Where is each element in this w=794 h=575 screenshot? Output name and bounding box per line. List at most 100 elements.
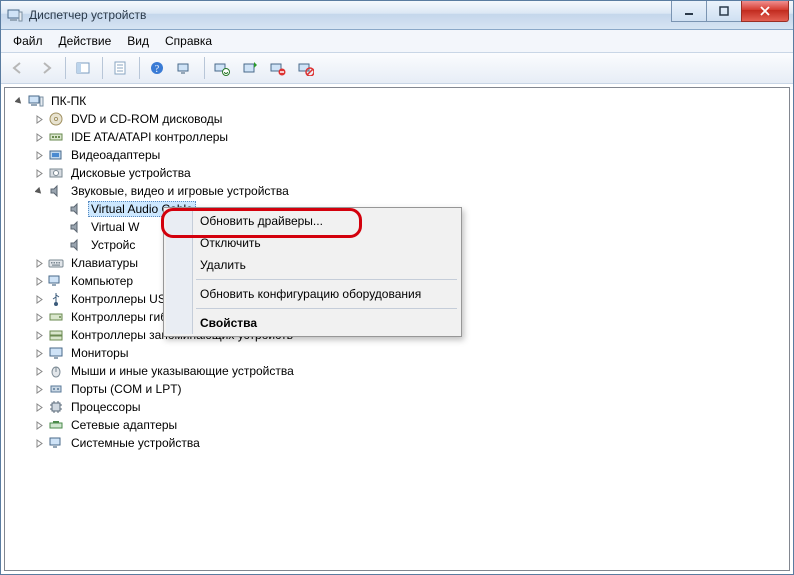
node-label: Процессоры	[68, 399, 144, 415]
expand-icon[interactable]	[33, 329, 46, 342]
sound-device-icon	[68, 237, 84, 253]
close-button[interactable]	[741, 1, 789, 22]
tree-item[interactable]: Мыши и иные указывающие устройства	[33, 362, 787, 380]
node-label: Мыши и иные указывающие устройства	[68, 363, 297, 379]
system-device-icon	[48, 435, 64, 451]
tree-root[interactable]: ПК-ПК	[13, 92, 787, 110]
tree-item-sound[interactable]: Звуковые, видео и игровые устройства	[33, 182, 787, 200]
tree-item[interactable]: IDE ATA/ATAPI контроллеры	[33, 128, 787, 146]
node-label: Компьютер	[68, 273, 136, 289]
expand-icon[interactable]	[33, 293, 46, 306]
svg-text:?: ?	[155, 64, 160, 75]
node-label: Устройс	[88, 237, 138, 253]
titlebar: Диспетчер устройств	[1, 1, 793, 30]
toolbar-separator	[204, 57, 205, 79]
menu-view[interactable]: Вид	[119, 32, 157, 50]
display-adapter-icon	[48, 147, 64, 163]
tree-item[interactable]: Сетевые адаптеры	[33, 416, 787, 434]
expand-icon[interactable]	[33, 113, 46, 126]
app-icon	[7, 7, 23, 23]
toolbar: ?	[1, 52, 793, 84]
device-manager-window: Диспетчер устройств Файл Действие Вид Сп…	[0, 0, 794, 575]
window-buttons	[671, 1, 793, 29]
menu-separator	[196, 308, 457, 309]
tree-item[interactable]: Мониторы	[33, 344, 787, 362]
expand-icon[interactable]	[33, 257, 46, 270]
ports-icon	[48, 381, 64, 397]
monitor-icon	[48, 345, 64, 361]
floppy-controller-icon	[48, 309, 64, 325]
menu-properties[interactable]: Свойства	[166, 312, 459, 334]
menu-rescan[interactable]: Обновить конфигурацию оборудования	[166, 283, 459, 305]
forward-button[interactable]	[33, 55, 59, 81]
dvd-icon	[48, 111, 64, 127]
scan-button[interactable]	[172, 55, 198, 81]
expand-icon[interactable]	[33, 167, 46, 180]
window-title: Диспетчер устройств	[29, 8, 671, 22]
menu-action[interactable]: Действие	[51, 32, 120, 50]
ide-icon	[48, 129, 64, 145]
minimize-button[interactable]	[671, 1, 707, 22]
computer-icon	[28, 93, 44, 109]
expand-icon[interactable]	[33, 311, 46, 324]
install-button[interactable]	[237, 55, 263, 81]
node-label: ПК-ПК	[48, 93, 89, 109]
computer-icon	[48, 273, 64, 289]
properties-button[interactable]	[107, 55, 133, 81]
storage-controller-icon	[48, 327, 64, 343]
node-label: Контроллеры USB	[68, 291, 177, 307]
expand-icon[interactable]	[33, 131, 46, 144]
context-menu: Обновить драйверы... Отключить Удалить О…	[163, 207, 462, 337]
expand-icon[interactable]	[33, 383, 46, 396]
expand-icon[interactable]	[33, 419, 46, 432]
uninstall-button[interactable]	[265, 55, 291, 81]
show-hide-tree-button[interactable]	[70, 55, 96, 81]
node-label: Мониторы	[68, 345, 131, 361]
collapse-icon[interactable]	[13, 95, 26, 108]
menu-file[interactable]: Файл	[5, 32, 51, 50]
sound-device-icon	[68, 201, 84, 217]
usb-icon	[48, 291, 64, 307]
disable-button[interactable]	[293, 55, 319, 81]
node-label: Порты (COM и LPT)	[68, 381, 185, 397]
expand-icon[interactable]	[33, 401, 46, 414]
node-label: Virtual W	[88, 219, 142, 235]
tree-item[interactable]: Дисковые устройства	[33, 164, 787, 182]
node-label: Дисковые устройства	[68, 165, 194, 181]
sound-icon	[48, 183, 64, 199]
expand-icon[interactable]	[33, 275, 46, 288]
disk-icon	[48, 165, 64, 181]
mouse-icon	[48, 363, 64, 379]
back-button[interactable]	[5, 55, 31, 81]
menu-delete[interactable]: Удалить	[166, 254, 459, 276]
expand-icon[interactable]	[33, 149, 46, 162]
node-label: DVD и CD-ROM дисководы	[68, 111, 225, 127]
help-button[interactable]: ?	[144, 55, 170, 81]
menu-update-drivers[interactable]: Обновить драйверы...	[166, 210, 459, 232]
node-label: IDE ATA/ATAPI контроллеры	[68, 129, 231, 145]
menu-separator	[196, 279, 457, 280]
tree-item[interactable]: Процессоры	[33, 398, 787, 416]
toolbar-separator	[102, 57, 103, 79]
network-icon	[48, 417, 64, 433]
node-label: Сетевые адаптеры	[68, 417, 180, 433]
maximize-button[interactable]	[706, 1, 742, 22]
expand-icon[interactable]	[33, 437, 46, 450]
node-label: Клавиатуры	[68, 255, 141, 271]
collapse-icon[interactable]	[33, 185, 46, 198]
menubar: Файл Действие Вид Справка	[1, 30, 793, 52]
sound-device-icon	[68, 219, 84, 235]
node-label: Видеоадаптеры	[68, 147, 163, 163]
keyboard-icon	[48, 255, 64, 271]
tree-item[interactable]: Видеоадаптеры	[33, 146, 787, 164]
expand-icon[interactable]	[33, 347, 46, 360]
update-driver-button[interactable]	[209, 55, 235, 81]
tree-item[interactable]: Порты (COM и LPT)	[33, 380, 787, 398]
node-label: Звуковые, видео и игровые устройства	[68, 183, 292, 199]
menu-help[interactable]: Справка	[157, 32, 220, 50]
menu-disable[interactable]: Отключить	[166, 232, 459, 254]
tree-item[interactable]: DVD и CD-ROM дисководы	[33, 110, 787, 128]
tree-item[interactable]: Системные устройства	[33, 434, 787, 452]
expand-icon[interactable]	[33, 365, 46, 378]
node-label: Системные устройства	[68, 435, 203, 451]
